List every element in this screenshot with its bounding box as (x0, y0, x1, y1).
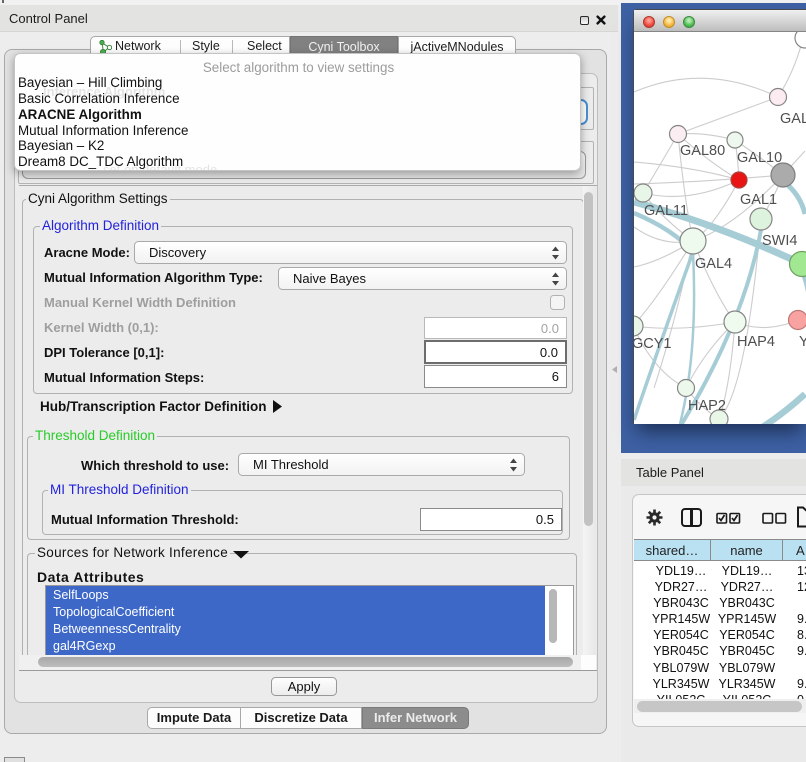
svg-text:GAL4: GAL4 (695, 256, 732, 272)
svg-text:YJ: YJ (799, 334, 806, 350)
svg-text:GAL10: GAL10 (737, 150, 782, 166)
svg-text:GCY1: GCY1 (634, 336, 672, 352)
svg-text:SWI4: SWI4 (762, 233, 797, 249)
svg-text:HAP4: HAP4 (737, 334, 775, 350)
svg-text:GAL7: GAL7 (780, 111, 806, 127)
svg-text:GAL1: GAL1 (740, 192, 777, 208)
svg-text:GAL11: GAL11 (644, 203, 688, 219)
svg-text:HAP2: HAP2 (688, 398, 726, 414)
svg-text:GAL80: GAL80 (680, 143, 725, 159)
